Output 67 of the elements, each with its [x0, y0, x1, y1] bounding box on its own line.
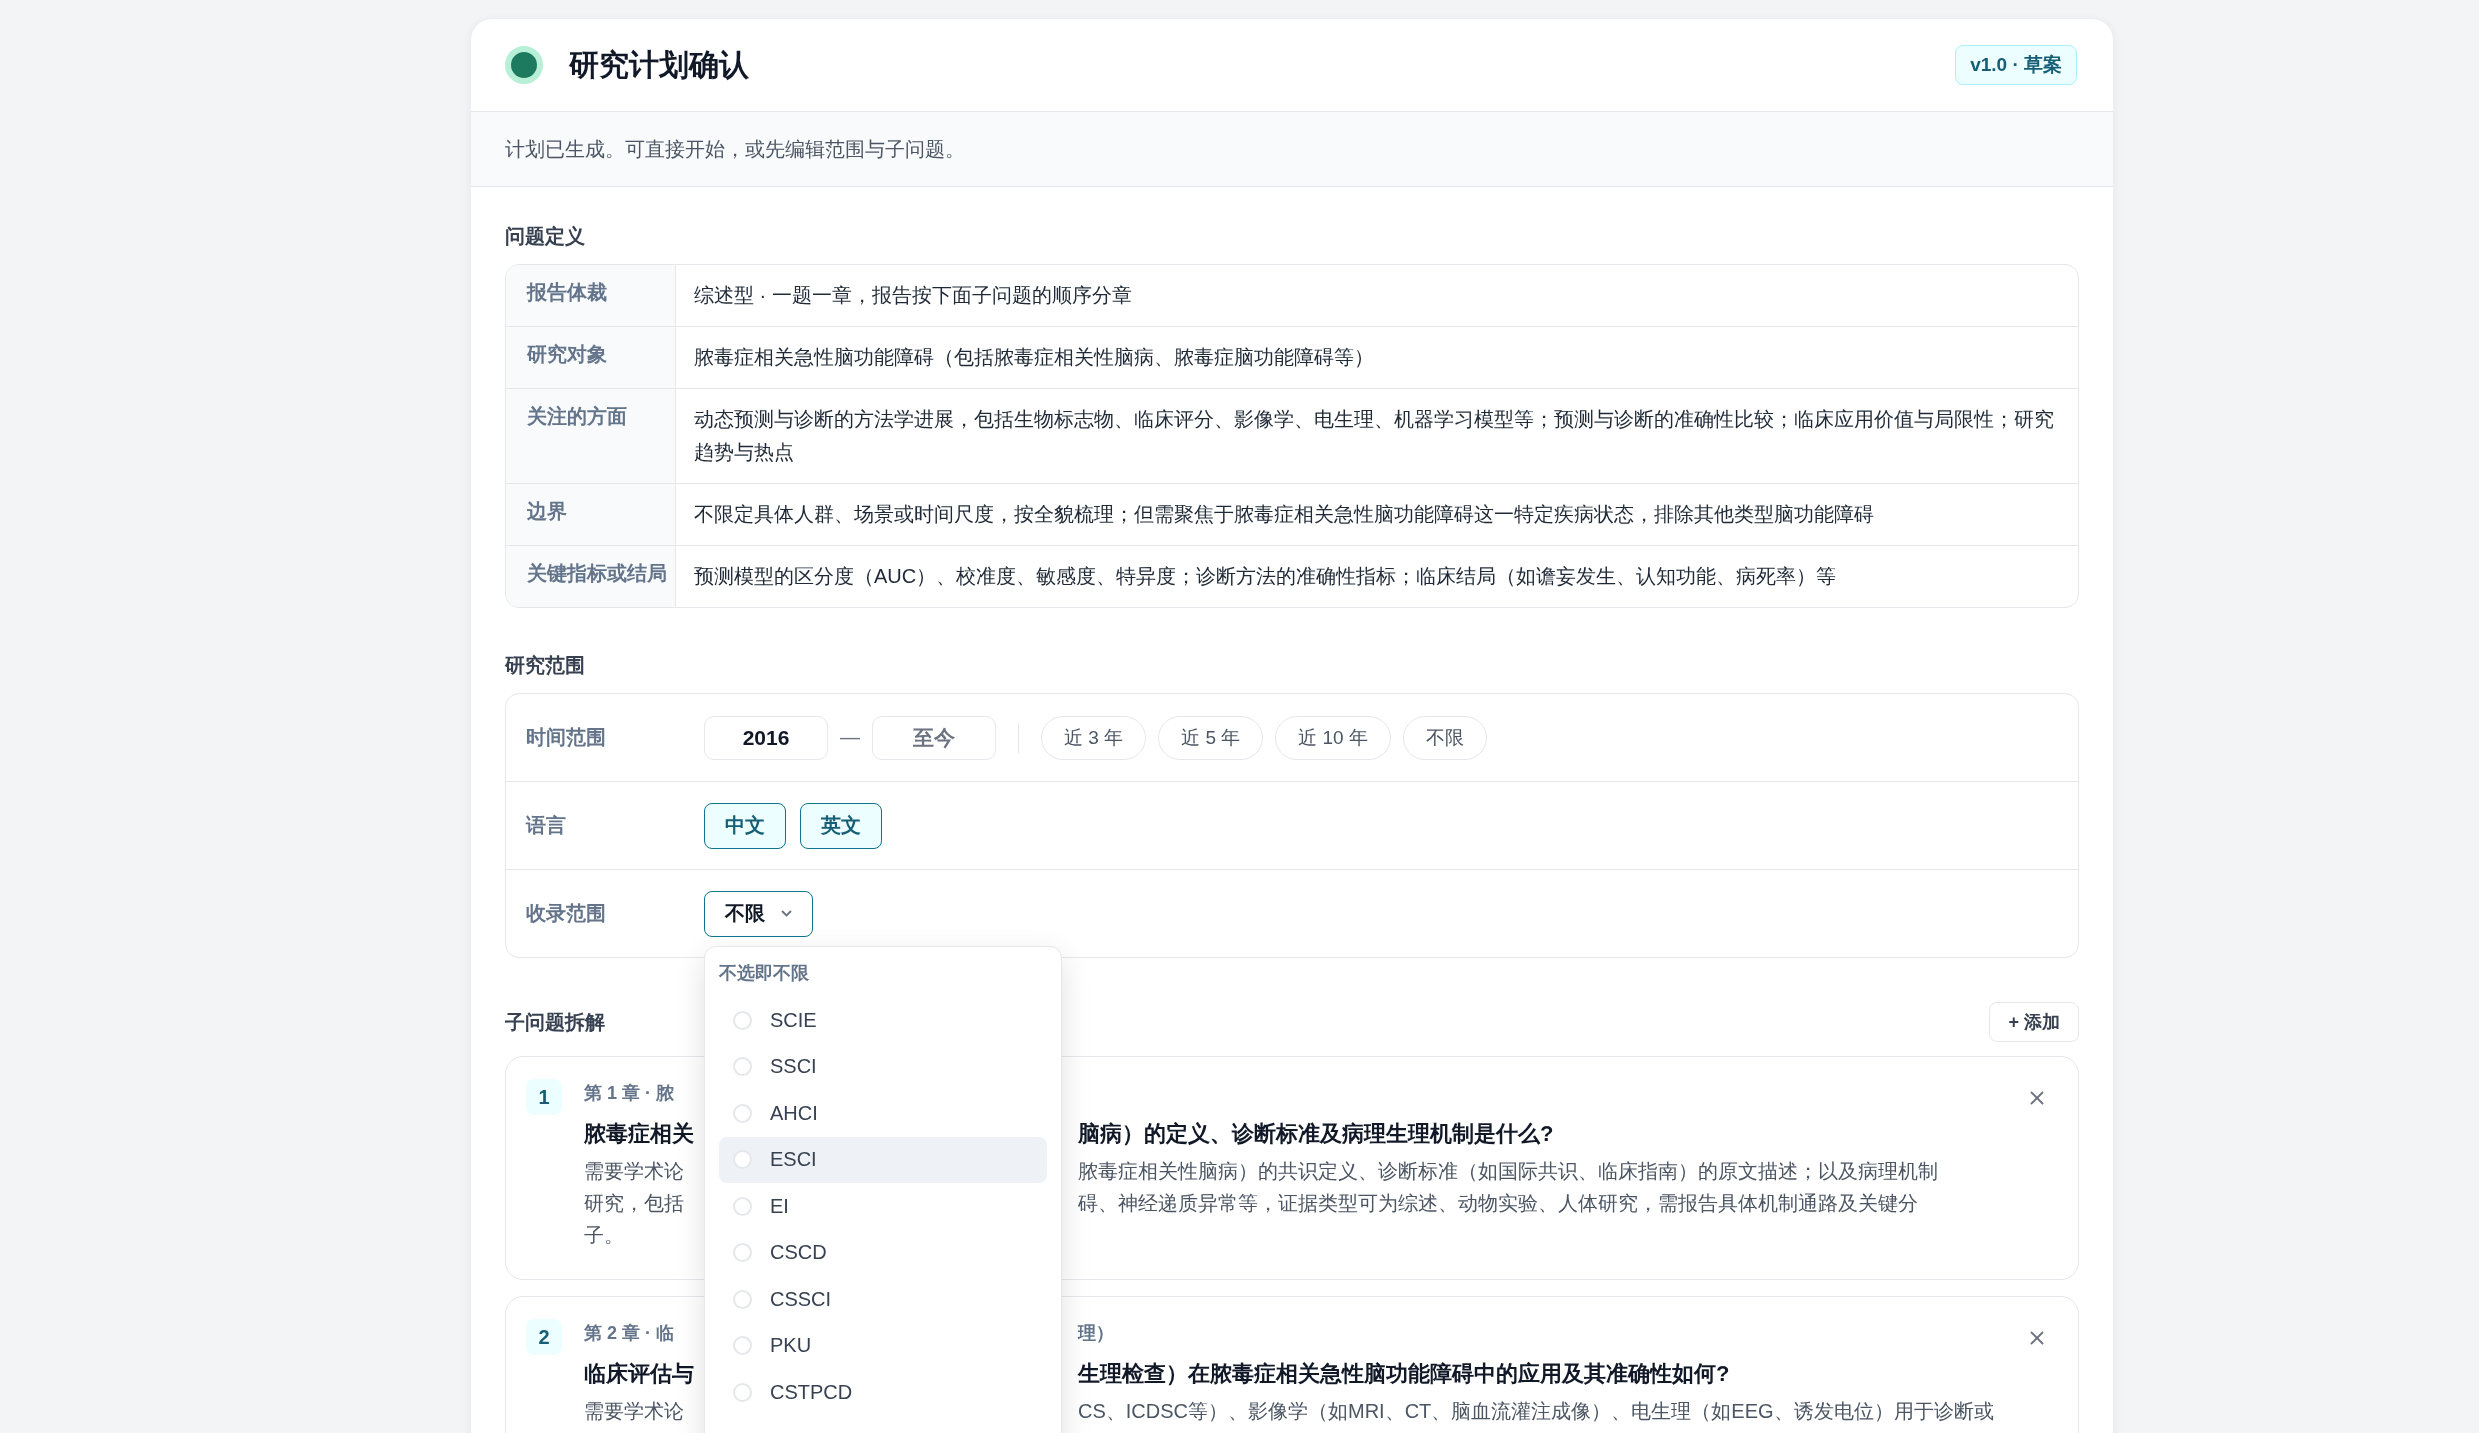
subquestion-title: 临床评估与	[584, 1360, 694, 1388]
checkbox-icon[interactable]	[733, 1010, 752, 1030]
dropdown-option[interactable]: ESCI	[719, 1136, 1047, 1183]
version-badge: v1.0 · 草案	[1955, 45, 2077, 85]
chapter-meta: 第 1 章 · 脓	[584, 1082, 674, 1105]
page-title: 研究计划确认	[569, 46, 750, 83]
chapter-number: 1	[526, 1079, 562, 1115]
language-chip[interactable]: 中文	[704, 802, 786, 849]
subquestion-title: 脑病）的定义、诊断标准及病理生理机制是什么?	[1078, 1120, 1554, 1148]
section-heading: 研究范围	[505, 653, 585, 678]
subquestion-description: CS、ICDSC等）、影像学（如MRI、CT、脑血流灌注成像）、电生理（如EEG、诱发电位）用于诊断或	[1078, 1399, 1994, 1424]
checkbox-icon[interactable]	[733, 1243, 752, 1263]
row-value: 综述型 · 一题一章，报告按下面子问题的顺序分章	[693, 283, 1133, 308]
subquestion-description: 碍、神经递质异常等，证据类型可为综述、动物实验、人体研究，需报告具体机制通路及关键分	[1078, 1191, 1918, 1216]
notice-text: 计划已生成。可直接开始，或先编辑范围与子问题。	[505, 136, 965, 162]
option-label: PKU	[770, 1334, 812, 1358]
row-value: 不限定具体人群、场景或时间尺度，按全貌梳理；但需聚焦于脓毒症相关急性脑功能障碍这一特定疾病状态，排除其他类型脑功能障碍	[693, 502, 1875, 527]
option-label: CSCD	[770, 1241, 827, 1265]
option-label: SSCI	[770, 1055, 817, 1079]
row-label: 关注的方面	[506, 389, 676, 483]
subquestion-title: 脓毒症相关	[584, 1120, 694, 1148]
option-label: SCIE	[770, 1008, 817, 1032]
row-value: 动态预测与诊断的方法学进展，包括生物标志物、临床评分、影像学、电生理、机器学习模型等；预测与诊断的准确性比较；临床应用价值与局限性；研究趋势与热点	[693, 407, 2055, 465]
option-label: AHCI	[770, 1101, 818, 1125]
row-label: 关键指标或结局	[506, 546, 676, 607]
subquestion-description: 需要学术论	[584, 1399, 684, 1424]
subquestion-description: 需要学术论	[584, 1159, 684, 1184]
time-preset-chip[interactable]: 近 5 年	[1158, 715, 1264, 760]
language-chip[interactable]: 英文	[800, 802, 882, 849]
time-preset-chip[interactable]: 近 10 年	[1275, 715, 1391, 760]
end-year-field[interactable]: 至今	[872, 715, 996, 760]
start-year-field[interactable]: 2016	[704, 715, 828, 760]
row-label: 边界	[506, 484, 676, 545]
checkbox-icon[interactable]	[733, 1057, 752, 1077]
checkbox-icon[interactable]	[733, 1289, 752, 1309]
section-heading: 问题定义	[505, 224, 585, 249]
checkbox-icon[interactable]	[733, 1103, 752, 1123]
chapter-meta: 第 2 章 · 临	[584, 1322, 674, 1345]
chapter-number: 2	[526, 1319, 562, 1355]
subquestion-title: 生理检查）在脓毒症相关急性脑功能障碍中的应用及其准确性如何?	[1078, 1360, 1730, 1388]
option-label: ESCI	[770, 1148, 817, 1172]
checkbox-icon[interactable]	[733, 1336, 752, 1356]
subquestion-description: 脓毒症相关性脑病）的共识定义、诊断标准（如国际共识、临床指南）的原文描述；以及病理机制	[1078, 1159, 1938, 1184]
option-label: CSSCI	[770, 1287, 832, 1311]
section-heading: 子问题拆解	[505, 1009, 605, 1035]
row-value: 脓毒症相关急性脑功能障碍（包括脓毒症相关性脑病、脓毒症脑功能障碍等）	[693, 345, 1375, 370]
subquestion-description: 子。	[584, 1223, 624, 1248]
index-select[interactable]: 不限	[704, 890, 813, 937]
checkbox-icon[interactable]	[733, 1382, 752, 1402]
row-value: 预测模型的区分度（AUC）、校准度、敏感度、特异度；诊断方法的准确性指标；临床结局（如谵妄发生、认知功能、病死率）等	[693, 564, 1838, 589]
field-label: 时间范围	[526, 725, 607, 750]
time-preset-chip[interactable]: 近 3 年	[1041, 715, 1147, 760]
option-label: EI	[770, 1194, 789, 1218]
time-preset-chip[interactable]: 不限	[1402, 715, 1487, 760]
row-label: 报告体裁	[506, 265, 676, 326]
range-separator: —	[840, 726, 860, 749]
dropdown-hint: 不选即不限	[719, 962, 810, 985]
row-label: 研究对象	[506, 327, 676, 388]
subquestion-description: 研究，包括	[584, 1191, 684, 1216]
field-label: 语言	[526, 813, 567, 838]
checkbox-icon[interactable]	[733, 1150, 752, 1170]
chapter-meta: 理）	[1078, 1322, 1114, 1345]
add-button[interactable]: + 添加	[1989, 1002, 2079, 1042]
option-label: CSTPCD	[770, 1380, 853, 1404]
field-label: 收录范围	[526, 901, 607, 926]
chevron-icon	[781, 910, 792, 917]
checkbox-icon[interactable]	[733, 1196, 752, 1216]
